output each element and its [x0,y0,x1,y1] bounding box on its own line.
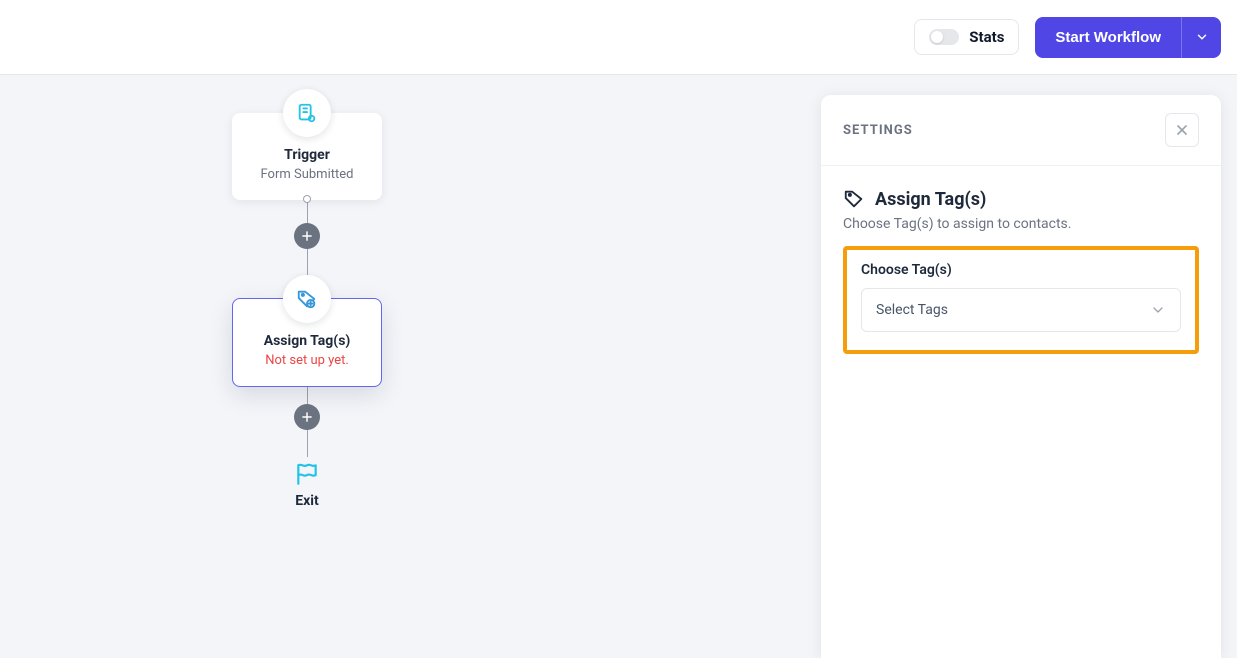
connector-line [307,387,308,405]
app-header: Stats Start Workflow [0,0,1237,75]
chevron-down-icon [1195,30,1209,44]
toggle-switch-icon [929,29,959,45]
connector-line [307,248,308,276]
stats-toggle[interactable]: Stats [914,19,1019,55]
exit-node[interactable] [294,461,320,487]
connector-dot-icon [303,195,311,203]
close-icon [1174,122,1190,138]
exit-label: Exit [295,493,318,509]
panel-header: SETTINGS [821,95,1221,166]
assign-tags-node[interactable]: Assign Tag(s) Not set up yet. [232,298,382,387]
settings-panel: SETTINGS Assign Tag(s) Choose Tag(s) to … [821,95,1221,658]
start-workflow-dropdown[interactable] [1181,17,1221,58]
connector-line [307,429,308,457]
tags-select[interactable]: Select Tags [861,288,1181,332]
choose-tags-highlight: Choose Tag(s) Select Tags [843,246,1199,354]
tag-icon [843,188,865,210]
node-title: Assign Tag(s) [243,333,371,349]
workflow-flow: Trigger Form Submitted Assign Tag(s) Not… [232,113,382,509]
add-step-button[interactable] [294,404,320,430]
add-step-button[interactable] [294,223,320,249]
tag-add-icon [296,288,318,310]
node-subtitle: Form Submitted [242,167,372,182]
plus-icon [300,410,314,424]
action-icon-circle [283,275,331,323]
node-title: Trigger [242,147,372,163]
choose-tags-label: Choose Tag(s) [861,262,1181,278]
trigger-node[interactable]: Trigger Form Submitted [232,113,382,200]
workflow-canvas[interactable]: Trigger Form Submitted Assign Tag(s) Not… [0,75,1237,658]
form-icon [296,102,318,124]
node-subtitle: Not set up yet. [243,353,371,368]
panel-body: Assign Tag(s) Choose Tag(s) to assign to… [821,166,1221,376]
close-panel-button[interactable] [1165,113,1199,147]
select-placeholder: Select Tags [876,302,948,318]
start-workflow-button[interactable]: Start Workflow [1035,17,1181,58]
flag-icon [294,461,320,487]
panel-header-title: SETTINGS [843,123,913,138]
start-workflow-group: Start Workflow [1035,17,1221,58]
panel-description: Choose Tag(s) to assign to contacts. [843,216,1199,232]
trigger-icon-circle [283,89,331,137]
plus-icon [300,229,314,243]
panel-title-row: Assign Tag(s) [843,188,1199,210]
chevron-down-icon [1150,302,1166,318]
panel-title: Assign Tag(s) [875,189,986,210]
connector-line [307,202,308,224]
stats-label: Stats [969,28,1004,46]
